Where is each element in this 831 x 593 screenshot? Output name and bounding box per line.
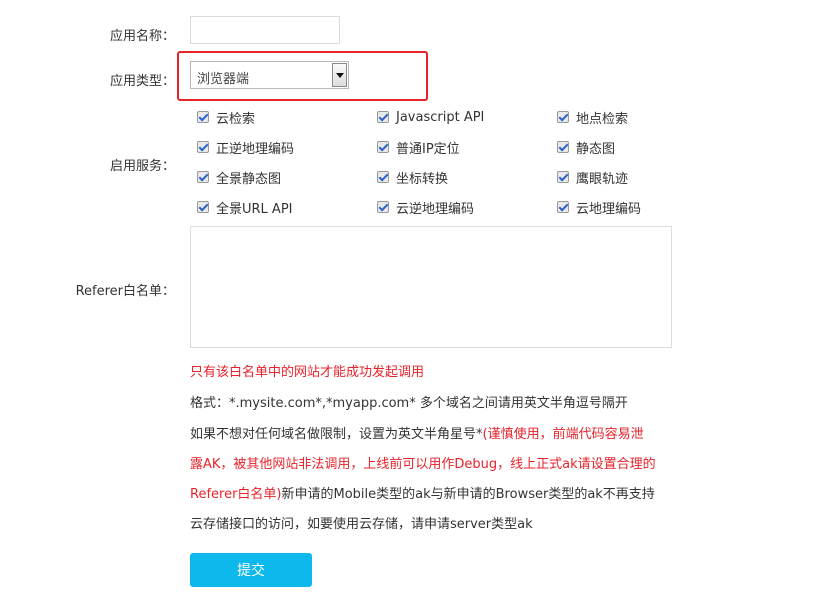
referer-note-line1: 只有该白名单中的网站才能成功发起调用 (190, 365, 425, 380)
service-checkbox[interactable] (377, 201, 389, 213)
service-checkbox[interactable] (377, 141, 389, 153)
referer-note-line2: 格式：*.mysite.com*,*myapp.com* 多个域名之间请用英文半… (190, 396, 628, 411)
service-label: 云检索 (216, 111, 256, 127)
chevron-down-icon[interactable] (332, 63, 347, 87)
referer-note-line5-warning: Referer白名单) (190, 487, 282, 502)
service-label: 全景URL API (216, 201, 293, 217)
submit-button[interactable]: 提交 (190, 553, 312, 587)
service-checkbox[interactable] (377, 171, 389, 183)
services-label: 启用服务： (109, 159, 175, 174)
service-item[interactable]: 云地理编码 (557, 198, 642, 217)
service-item[interactable]: 普通IP定位 (377, 138, 460, 157)
service-checkbox[interactable] (557, 141, 569, 153)
service-checkbox[interactable] (557, 111, 569, 123)
referer-textarea[interactable] (190, 226, 672, 348)
service-item[interactable]: 坐标转换 (377, 168, 449, 187)
service-item[interactable]: 云逆地理编码 (377, 198, 475, 217)
referer-note-line6: 云存储接口的访问，如要使用云存储，请申请server类型ak (190, 517, 533, 532)
referer-label: Referer白名单： (75, 284, 175, 299)
service-checkbox[interactable] (377, 111, 389, 123)
service-label: 鹰眼轨迹 (576, 171, 629, 187)
service-item[interactable]: 正逆地理编码 (197, 138, 295, 157)
service-label: 普通IP定位 (396, 141, 460, 157)
service-item[interactable]: 地点检索 (557, 108, 629, 127)
service-label: 坐标转换 (396, 171, 449, 187)
service-checkbox[interactable] (557, 201, 569, 213)
service-label: Javascript API (396, 109, 485, 125)
service-checkbox[interactable] (197, 141, 209, 153)
app-name-input[interactable] (190, 16, 340, 44)
service-label: 云逆地理编码 (396, 201, 475, 217)
service-checkbox[interactable] (197, 201, 209, 213)
app-type-selected-value: 浏览器端 (197, 72, 250, 87)
referer-note-line3-warning: (谨慎使用，前端代码容易泄 (482, 427, 644, 442)
app-name-label: 应用名称： (109, 29, 175, 44)
service-label: 静态图 (576, 141, 616, 157)
service-item[interactable]: 云检索 (197, 108, 256, 127)
service-item[interactable]: 全景URL API (197, 198, 293, 217)
referer-note-line3: 如果不想对任何域名做限制，设置为英文半角星号*(谨慎使用，前端代码容易泄 (190, 423, 644, 442)
app-type-label: 应用类型： (109, 74, 175, 89)
referer-note-line5-normal: 新申请的Mobile类型的ak与新申请的Browser类型的ak不再支持 (281, 487, 655, 502)
service-label: 全景静态图 (216, 171, 282, 187)
referer-note-line3-normal: 如果不想对任何域名做限制，设置为英文半角星号* (190, 427, 483, 442)
service-checkbox[interactable] (197, 111, 209, 123)
service-item[interactable]: 鹰眼轨迹 (557, 168, 629, 187)
referer-note-line5: Referer白名单)新申请的Mobile类型的ak与新申请的Browser类型… (190, 483, 655, 502)
service-label: 正逆地理编码 (216, 141, 295, 157)
service-item[interactable]: Javascript API (377, 108, 484, 126)
service-item[interactable]: 全景静态图 (197, 168, 282, 187)
service-checkbox[interactable] (557, 171, 569, 183)
app-type-select[interactable]: 浏览器端 (190, 61, 349, 89)
service-item[interactable]: 静态图 (557, 138, 616, 157)
service-label: 云地理编码 (576, 201, 642, 217)
service-checkbox[interactable] (197, 171, 209, 183)
service-label: 地点检索 (576, 111, 629, 127)
referer-note-line4: 露AK，被其他网站非法调用，上线前可以用作Debug，线上正式ak请设置合理的 (190, 457, 656, 472)
